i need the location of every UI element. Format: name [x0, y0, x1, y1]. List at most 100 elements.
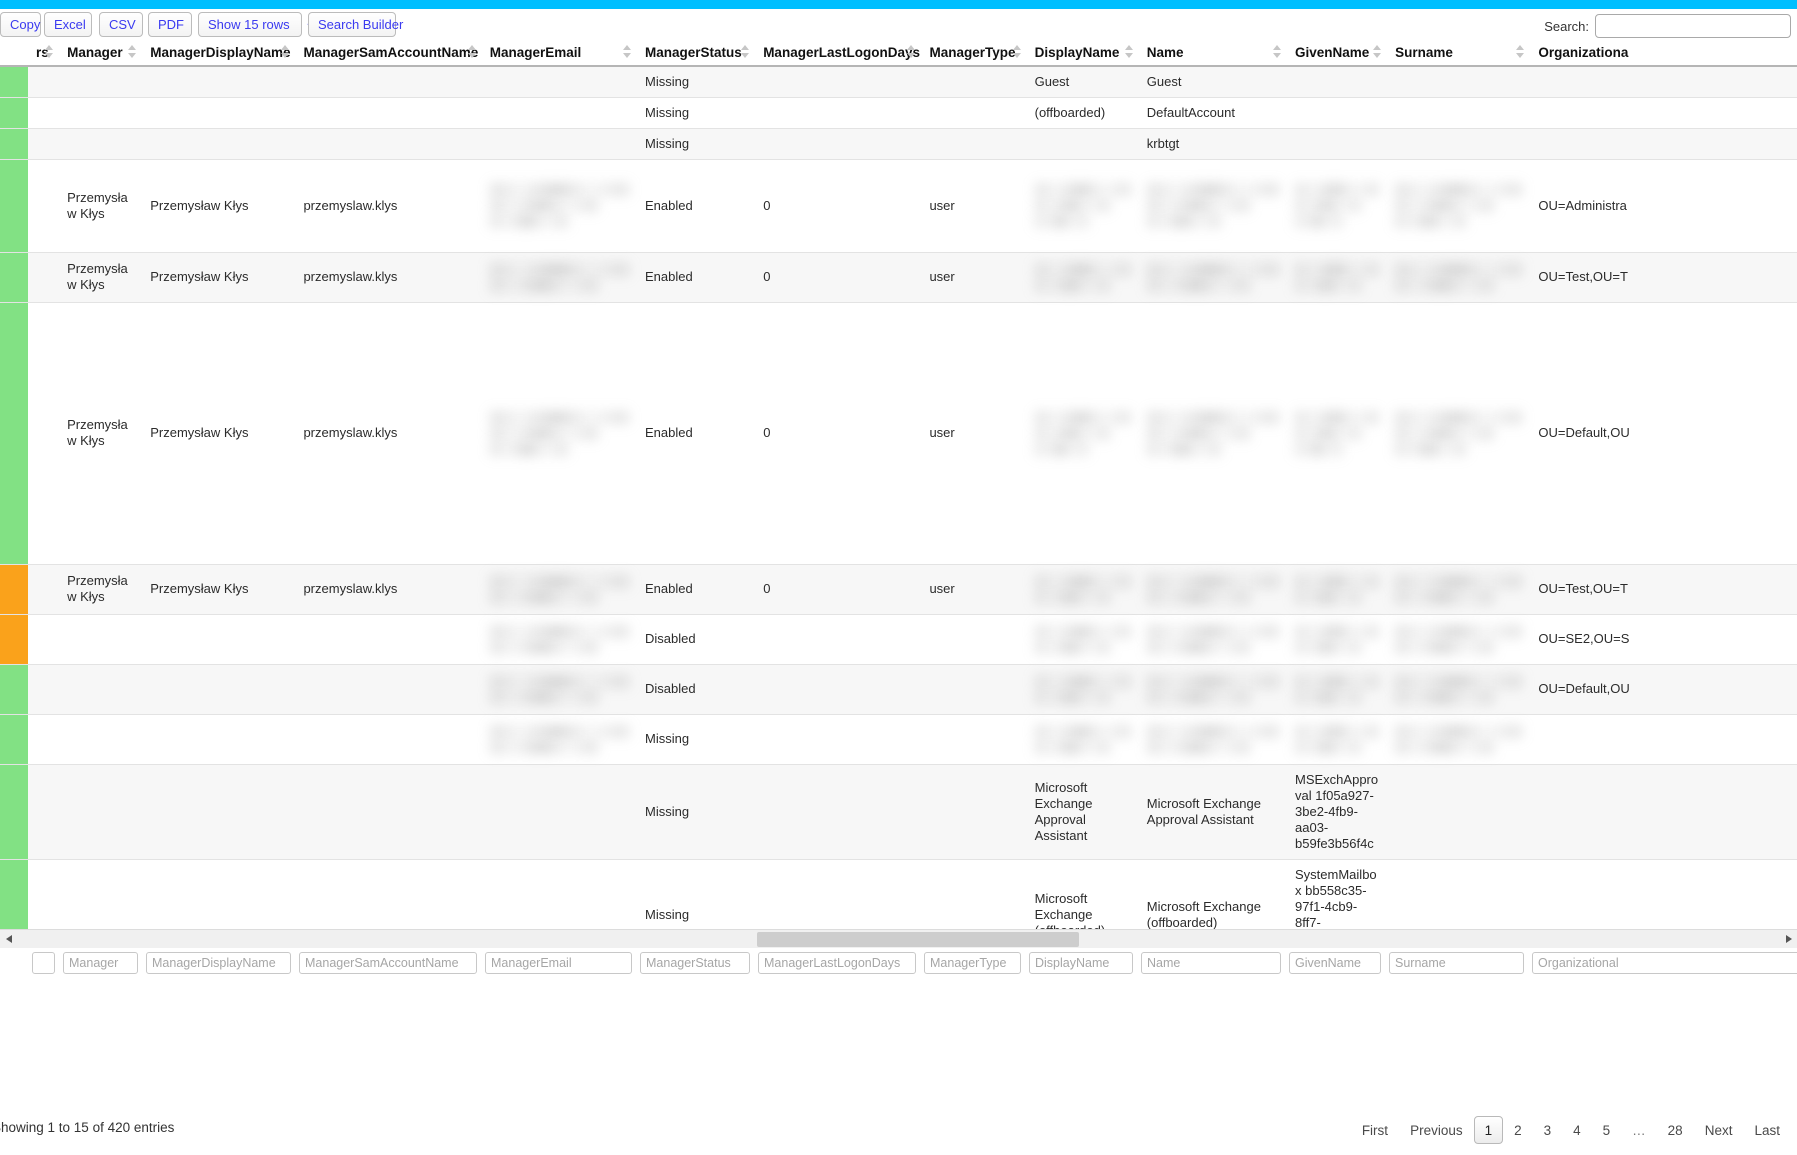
- column-header-givenname[interactable]: GivenName: [1287, 40, 1388, 67]
- excel-button[interactable]: Excel: [44, 12, 92, 37]
- table-row[interactable]: Przemysław Kłys Przemysław Kłys przemyslaw…: [0, 252, 1797, 303]
- table-row[interactable]: Missing (offboarded) DefaultAccount: [0, 97, 1797, 129]
- cell-managerlastlogondays: [755, 664, 922, 715]
- scroll-left-arrow-icon[interactable]: [0, 930, 17, 948]
- filter-manager-email[interactable]: [485, 952, 632, 974]
- filter-surname[interactable]: [1389, 952, 1524, 974]
- sort-arrows-icon[interactable]: [907, 45, 916, 60]
- cell-manageremail: [481, 97, 637, 129]
- page-last[interactable]: Last: [1743, 1116, 1791, 1144]
- cell-givenname: [1287, 714, 1388, 765]
- cell-value: Przemysław Kłys: [150, 425, 249, 441]
- column-header-managerlastlogondays[interactable]: ManagerLastLogonDays: [755, 40, 922, 67]
- sort-arrows-icon[interactable]: [1124, 45, 1134, 60]
- sort-arrows-icon[interactable]: [1516, 45, 1525, 60]
- table-row[interactable]: Przemysław Kłys Przemysław Kłys przemyslaw…: [0, 159, 1797, 253]
- cell-managersamaccountname: [295, 764, 482, 860]
- filter-display-name[interactable]: [1029, 952, 1133, 974]
- column-header-managerdisplayname[interactable]: ManagerDisplayName: [142, 40, 296, 67]
- scrollbar-track[interactable]: [17, 930, 1780, 948]
- sort-arrows-icon[interactable]: [467, 45, 477, 60]
- page-previous[interactable]: Previous: [1399, 1116, 1474, 1144]
- horizontal-scrollbar[interactable]: [0, 929, 1797, 948]
- filter-name[interactable]: [1141, 952, 1281, 974]
- column-header-name[interactable]: Name: [1138, 40, 1288, 67]
- column-header-displayname[interactable]: DisplayName: [1026, 40, 1139, 67]
- redacted-value: [1295, 590, 1361, 604]
- column-header-managersamaccountname[interactable]: ManagerSamAccountName: [295, 40, 482, 67]
- sort-arrows-icon[interactable]: [1373, 45, 1382, 60]
- filter-manager-sam-account-name[interactable]: [299, 952, 477, 974]
- cell-name: DefaultAccount: [1138, 97, 1288, 129]
- cell-value: Przemysław Kłys: [67, 189, 128, 221]
- column-header-managers[interactable]: rs: [28, 40, 60, 67]
- csv-button[interactable]: CSV: [99, 12, 143, 37]
- column-header-managertype[interactable]: ManagerType: [921, 40, 1027, 67]
- cell-surname: [1387, 128, 1531, 160]
- cell-managertype: user: [921, 302, 1027, 565]
- search-builder-button-label: Search Builder: [318, 17, 404, 32]
- page-1[interactable]: 1: [1473, 1116, 1504, 1144]
- column-header-flag[interactable]: [0, 40, 29, 67]
- cell-value: Enabled: [645, 425, 693, 441]
- page-5[interactable]: 5: [1592, 1116, 1622, 1144]
- search-input[interactable]: [1595, 14, 1791, 38]
- sort-arrows-icon[interactable]: [128, 45, 137, 60]
- filter-manager-last-logon-days[interactable]: [758, 952, 916, 974]
- cell-managertype: [921, 714, 1027, 765]
- table-row[interactable]: Przemysław Kłys Przemysław Kłys przemyslaw…: [0, 302, 1797, 565]
- sort-arrows-icon[interactable]: [1012, 45, 1022, 60]
- scroll-right-arrow-icon[interactable]: [1780, 930, 1797, 948]
- sort-arrows-icon[interactable]: [623, 45, 632, 60]
- filter-manager-type[interactable]: [924, 952, 1021, 974]
- filter-manager-status[interactable]: [640, 952, 750, 974]
- table-row[interactable]: Przemysław Kłys Przemysław Kłys przemyslaw…: [0, 564, 1797, 615]
- filter-manager[interactable]: [63, 952, 138, 974]
- column-header-manageremail[interactable]: ManagerEmail: [481, 40, 637, 67]
- sort-arrows-icon[interactable]: [741, 45, 750, 60]
- page-first[interactable]: First: [1351, 1116, 1399, 1144]
- cell-managers: [28, 614, 60, 665]
- column-header-managerstatus[interactable]: ManagerStatus: [637, 40, 756, 67]
- show-rows-dropdown[interactable]: Show 15 rows▼: [198, 12, 315, 37]
- sort-arrows-icon[interactable]: [1273, 45, 1282, 60]
- filter-manager-sam-account-name-wrapper: [295, 952, 481, 982]
- table-row[interactable]: Missing: [0, 714, 1797, 765]
- page-2[interactable]: 2: [1503, 1116, 1533, 1144]
- page-3[interactable]: 3: [1533, 1116, 1563, 1144]
- filter-flag[interactable]: [32, 952, 55, 974]
- cell-name: [1138, 614, 1288, 665]
- copy-button[interactable]: Copy: [0, 12, 41, 37]
- column-header-surname[interactable]: Surname: [1387, 40, 1531, 67]
- page-28[interactable]: 28: [1657, 1116, 1694, 1144]
- table-row[interactable]: Missing krbtgt: [0, 128, 1797, 160]
- table-row[interactable]: Disabled OU=Default,OU: [0, 664, 1797, 715]
- redacted-value: [1395, 690, 1495, 704]
- cell-managerdisplayname: Przemysław Kłys: [142, 302, 296, 565]
- sort-arrows-icon[interactable]: [45, 45, 54, 60]
- cell-manager: Przemysław Kłys: [59, 159, 143, 253]
- filter-manager-display-name[interactable]: [146, 952, 291, 974]
- filter-organizational-unit[interactable]: [1532, 952, 1797, 974]
- filter-given-name[interactable]: [1289, 952, 1381, 974]
- cell-managers: [28, 859, 60, 929]
- table-row[interactable]: Missing Guest Guest: [0, 66, 1797, 98]
- column-header-organizationalunit[interactable]: Organizationa: [1530, 40, 1797, 67]
- table-row[interactable]: Missing Microsoft Exchange Approval Assis…: [0, 764, 1797, 860]
- cell-value: (offboarded): [1034, 104, 1106, 120]
- table-row[interactable]: Disabled OU=SE2,OU=S: [0, 614, 1797, 665]
- search-builder-button[interactable]: Search Builder: [308, 12, 403, 37]
- pdf-button[interactable]: PDF: [148, 12, 192, 37]
- scrollbar-thumb[interactable]: [757, 932, 1079, 947]
- column-header-manager[interactable]: Manager: [59, 40, 143, 67]
- show-rows-dropdown-label: Show 15 rows: [208, 17, 290, 32]
- redacted-value: [1395, 442, 1467, 456]
- cell-managers: [28, 764, 60, 860]
- page-next[interactable]: Next: [1694, 1116, 1744, 1144]
- cell-value: Przemysław Kłys: [150, 269, 249, 285]
- sort-arrows-icon[interactable]: [281, 45, 290, 60]
- table-row[interactable]: Missing Microsoft Exchange (offboarded) Mi…: [0, 859, 1797, 929]
- page-4[interactable]: 4: [1562, 1116, 1592, 1144]
- redacted-value: [1146, 278, 1250, 292]
- cell-managerstatus: Missing: [637, 128, 756, 160]
